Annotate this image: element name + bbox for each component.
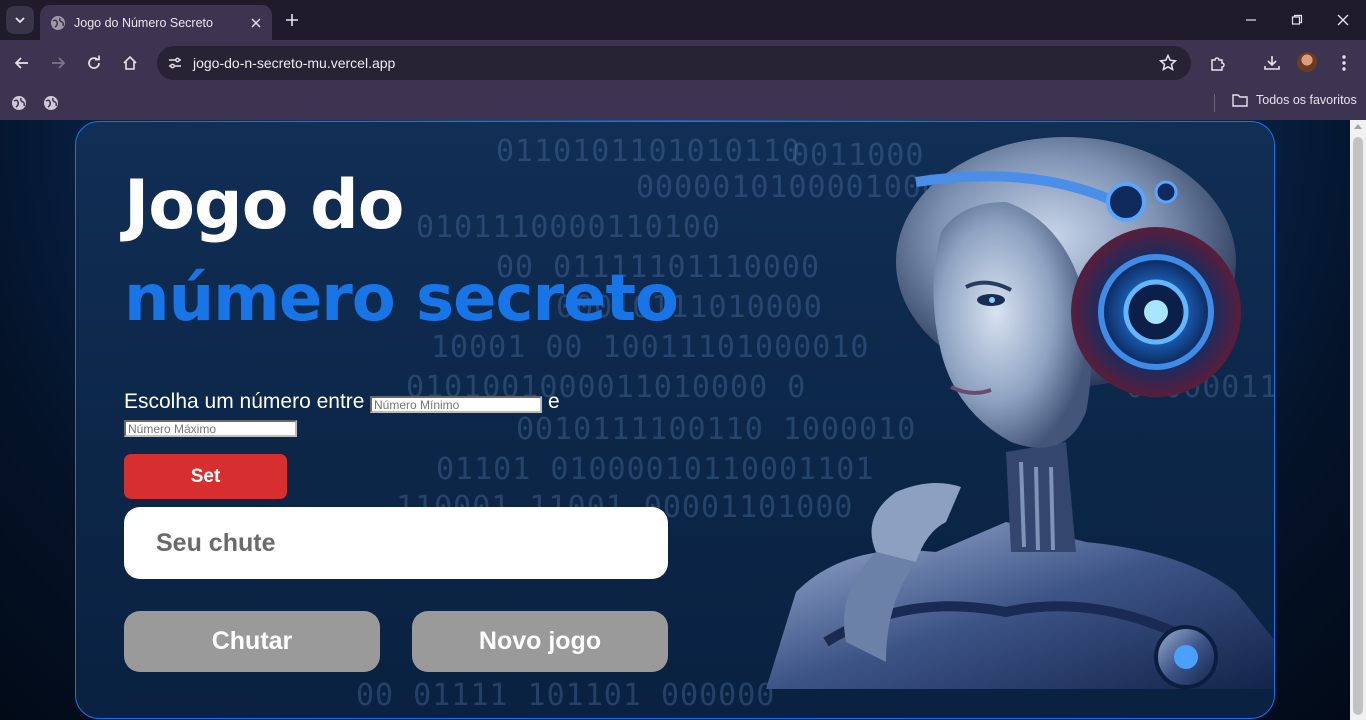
guess-button[interactable]: Chutar [124,611,380,672]
home-icon [123,55,137,70]
arrow-left-icon [14,57,28,69]
puzzle-icon [1211,57,1225,71]
reload-button[interactable] [80,49,108,77]
scroll-up-arrow-icon[interactable] [1354,124,1362,129]
chevron-down-icon [15,17,25,24]
vertical-scrollbar[interactable] [1350,120,1366,720]
minimize-button[interactable] [1228,0,1274,40]
page-viewport: 0110101101010110 0000010100001000 010111… [0,120,1350,720]
binary-text: 0110101101010110 [496,134,801,169]
bookmarks-divider [1214,94,1215,112]
scroll-thumb[interactable] [1353,137,1363,715]
max-number-input[interactable] [124,420,297,437]
close-tab-icon[interactable] [244,11,268,35]
reload-icon [88,55,100,69]
robot-illustration [766,137,1274,689]
restore-icon [1291,14,1303,25]
page-title-highlight: número secreto [124,262,679,336]
new-game-button[interactable]: Novo jogo [412,611,668,672]
globe-icon [50,15,66,31]
home-button[interactable] [116,49,144,77]
url-text[interactable]: jogo-do-n-secreto-mu.vercel.app [193,55,395,71]
folder-icon [1232,93,1248,107]
arrow-right-icon [52,57,66,69]
forward-button[interactable] [44,49,72,77]
back-button[interactable] [8,49,36,77]
tab-title: Jogo do Número Secreto [74,15,213,30]
guess-input[interactable] [124,507,668,579]
plus-icon [286,14,298,26]
profile-avatar[interactable] [1297,52,1317,72]
bookmark-star-icon[interactable] [1157,52,1179,74]
download-icon [1264,56,1280,70]
bookmark-globe-icon[interactable] [8,92,30,114]
close-icon [1337,14,1349,26]
browser-tab[interactable]: Jogo do Número Secreto [40,5,272,40]
binary-text: 00 01111 101101 000000 [356,678,776,713]
kebab-menu-icon [1342,55,1346,71]
page-title: Jogo do [124,166,404,245]
site-info-icon[interactable] [163,51,187,75]
address-bar[interactable]: jogo-do-n-secreto-mu.vercel.app [157,46,1191,80]
restore-button[interactable] [1274,0,1320,40]
tab-search-button[interactable] [6,6,34,34]
new-tab-button[interactable] [280,8,304,32]
extensions-button[interactable] [1204,49,1232,77]
range-and-label: e [548,390,560,413]
game-container: 0110101101010110 0000010100001000 010111… [75,121,1275,719]
browser-titlebar: Jogo do Número Secreto [0,0,1366,40]
all-bookmarks-label: Todos os favoritos [1256,93,1357,107]
minimize-icon [1246,19,1256,21]
bookmarks-bar: Todos os favoritos [0,86,1366,120]
menu-button[interactable] [1330,49,1358,77]
binary-text: 0101110000110100 [416,210,721,245]
browser-toolbar: jogo-do-n-secreto-mu.vercel.app [0,40,1366,86]
all-bookmarks-button[interactable]: Todos os favoritos [1232,93,1357,107]
bookmark-globe-icon[interactable] [40,92,62,114]
downloads-button[interactable] [1258,49,1286,77]
min-number-input[interactable] [370,396,542,413]
close-window-button[interactable] [1320,0,1366,40]
set-range-button[interactable]: Set [124,454,287,499]
range-label: Escolha um número entre [124,390,365,413]
